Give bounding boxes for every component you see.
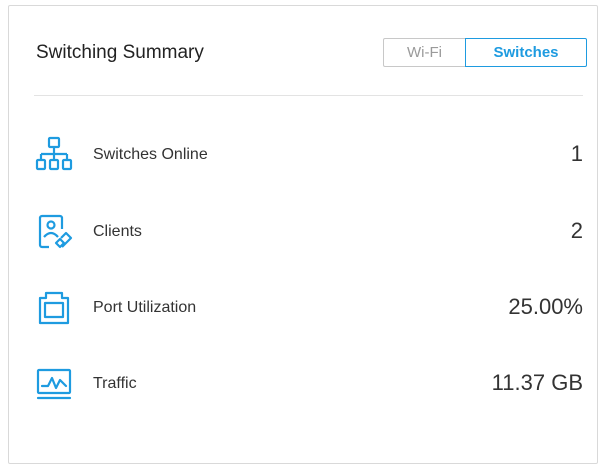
stat-row-clients: Clients 2 bbox=[9, 209, 597, 255]
network-topology-icon bbox=[34, 135, 74, 175]
stat-label: Traffic bbox=[93, 375, 137, 392]
stat-value: 1 bbox=[570, 141, 583, 166]
header-divider bbox=[34, 95, 583, 96]
client-device-icon bbox=[34, 212, 74, 252]
stat-label: Clients bbox=[93, 223, 142, 240]
stat-value: 25.00% bbox=[508, 294, 583, 319]
card-header: Switching Summary Wi-Fi Switches bbox=[9, 6, 597, 96]
stat-row-traffic: Traffic 11.37 GB bbox=[9, 361, 597, 407]
stat-value: 2 bbox=[570, 218, 583, 243]
stat-label: Switches Online bbox=[93, 146, 208, 163]
stat-row-switches-online: Switches Online 1 bbox=[9, 132, 597, 178]
stat-label: Port Utilization bbox=[93, 299, 197, 316]
view-toggle: Wi-Fi Switches bbox=[383, 38, 587, 67]
card-title: Switching Summary bbox=[36, 42, 204, 63]
stat-row-port-utilization: Port Utilization 25.00% bbox=[9, 285, 597, 331]
tab-switches[interactable]: Switches bbox=[465, 38, 587, 67]
tab-wifi[interactable]: Wi-Fi bbox=[383, 38, 465, 67]
ethernet-port-icon bbox=[34, 288, 74, 328]
traffic-chart-icon bbox=[34, 364, 74, 404]
stat-value: 11.37 GB bbox=[491, 370, 583, 395]
switching-summary-card: Switching Summary Wi-Fi Switches Switche… bbox=[8, 5, 598, 464]
